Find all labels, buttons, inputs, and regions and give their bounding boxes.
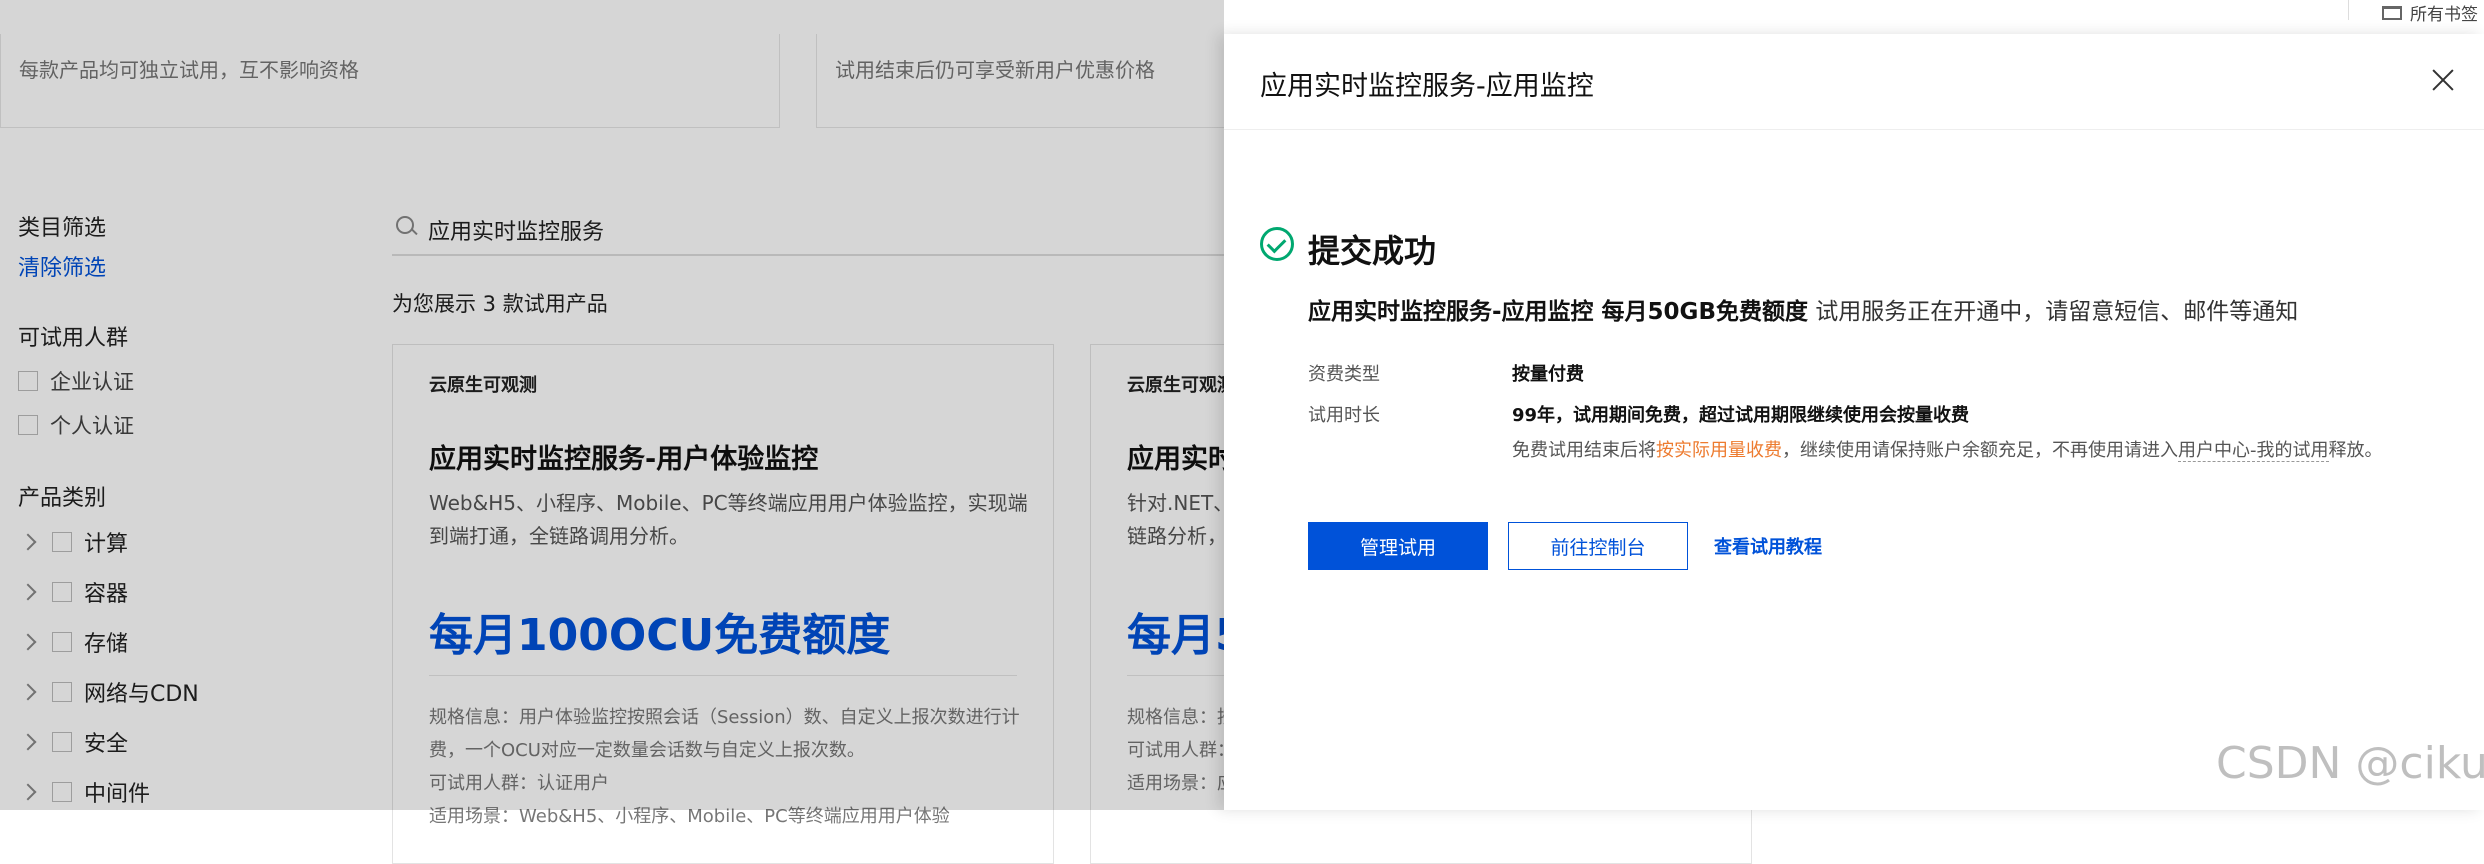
drawer-backdrop[interactable]	[0, 0, 1224, 810]
view-tutorial-link[interactable]: 查看试用教程	[1708, 522, 1828, 570]
success-title: 提交成功	[1308, 232, 1437, 270]
success-message-text: 试用服务正在开通中，请留意短信、邮件等通知	[1807, 299, 2299, 325]
drawer-title: 应用实时监控服务-应用监控	[1260, 71, 1594, 102]
note-middle: ，继续使用请保持账户余额充足，不再使用请进入	[1782, 440, 2178, 461]
watermark: CSDN @ciku	[2216, 738, 2484, 789]
duration-value: 99年，试用期间免费，超过试用期限继续使用会按量收费	[1512, 405, 1970, 426]
my-trials-link[interactable]: 用户中心-我的试用	[2178, 440, 2329, 462]
success-product: 应用实时监控服务-应用监控 每月50GB免费额度	[1308, 299, 1808, 325]
fee-type-label: 资费类型	[1308, 364, 1380, 385]
manage-trial-button[interactable]: 管理试用	[1308, 522, 1488, 570]
folder-icon	[2382, 5, 2402, 20]
success-check-icon	[1260, 227, 1294, 261]
pay-per-use-text: 按实际用量收费	[1656, 440, 1782, 461]
drawer-header-divider	[1224, 129, 2484, 130]
billing-note: 免费试用结束后将按实际用量收费，继续使用请保持账户余额充足，不再使用请进入用户中…	[1512, 436, 2383, 462]
trial-submit-drawer: 应用实时监控服务-应用监控 提交成功 应用实时监控服务-应用监控 每月50GB免…	[1224, 34, 2484, 810]
success-message: 应用实时监控服务-应用监控 每月50GB免费额度 试用服务正在开通中，请留意短信…	[1308, 292, 2298, 326]
all-bookmarks[interactable]: 所有书签	[2382, 0, 2478, 25]
fee-type-value: 按量付费	[1512, 364, 1584, 385]
all-bookmarks-label: 所有书签	[2410, 5, 2478, 25]
note-after: 释放。	[2328, 440, 2383, 461]
bookmark-divider	[2348, 0, 2349, 20]
duration-label: 试用时长	[1308, 405, 1380, 426]
note-before: 免费试用结束后将	[1512, 440, 1656, 461]
close-icon[interactable]	[2431, 68, 2455, 92]
go-to-console-button[interactable]: 前往控制台	[1508, 522, 1688, 570]
